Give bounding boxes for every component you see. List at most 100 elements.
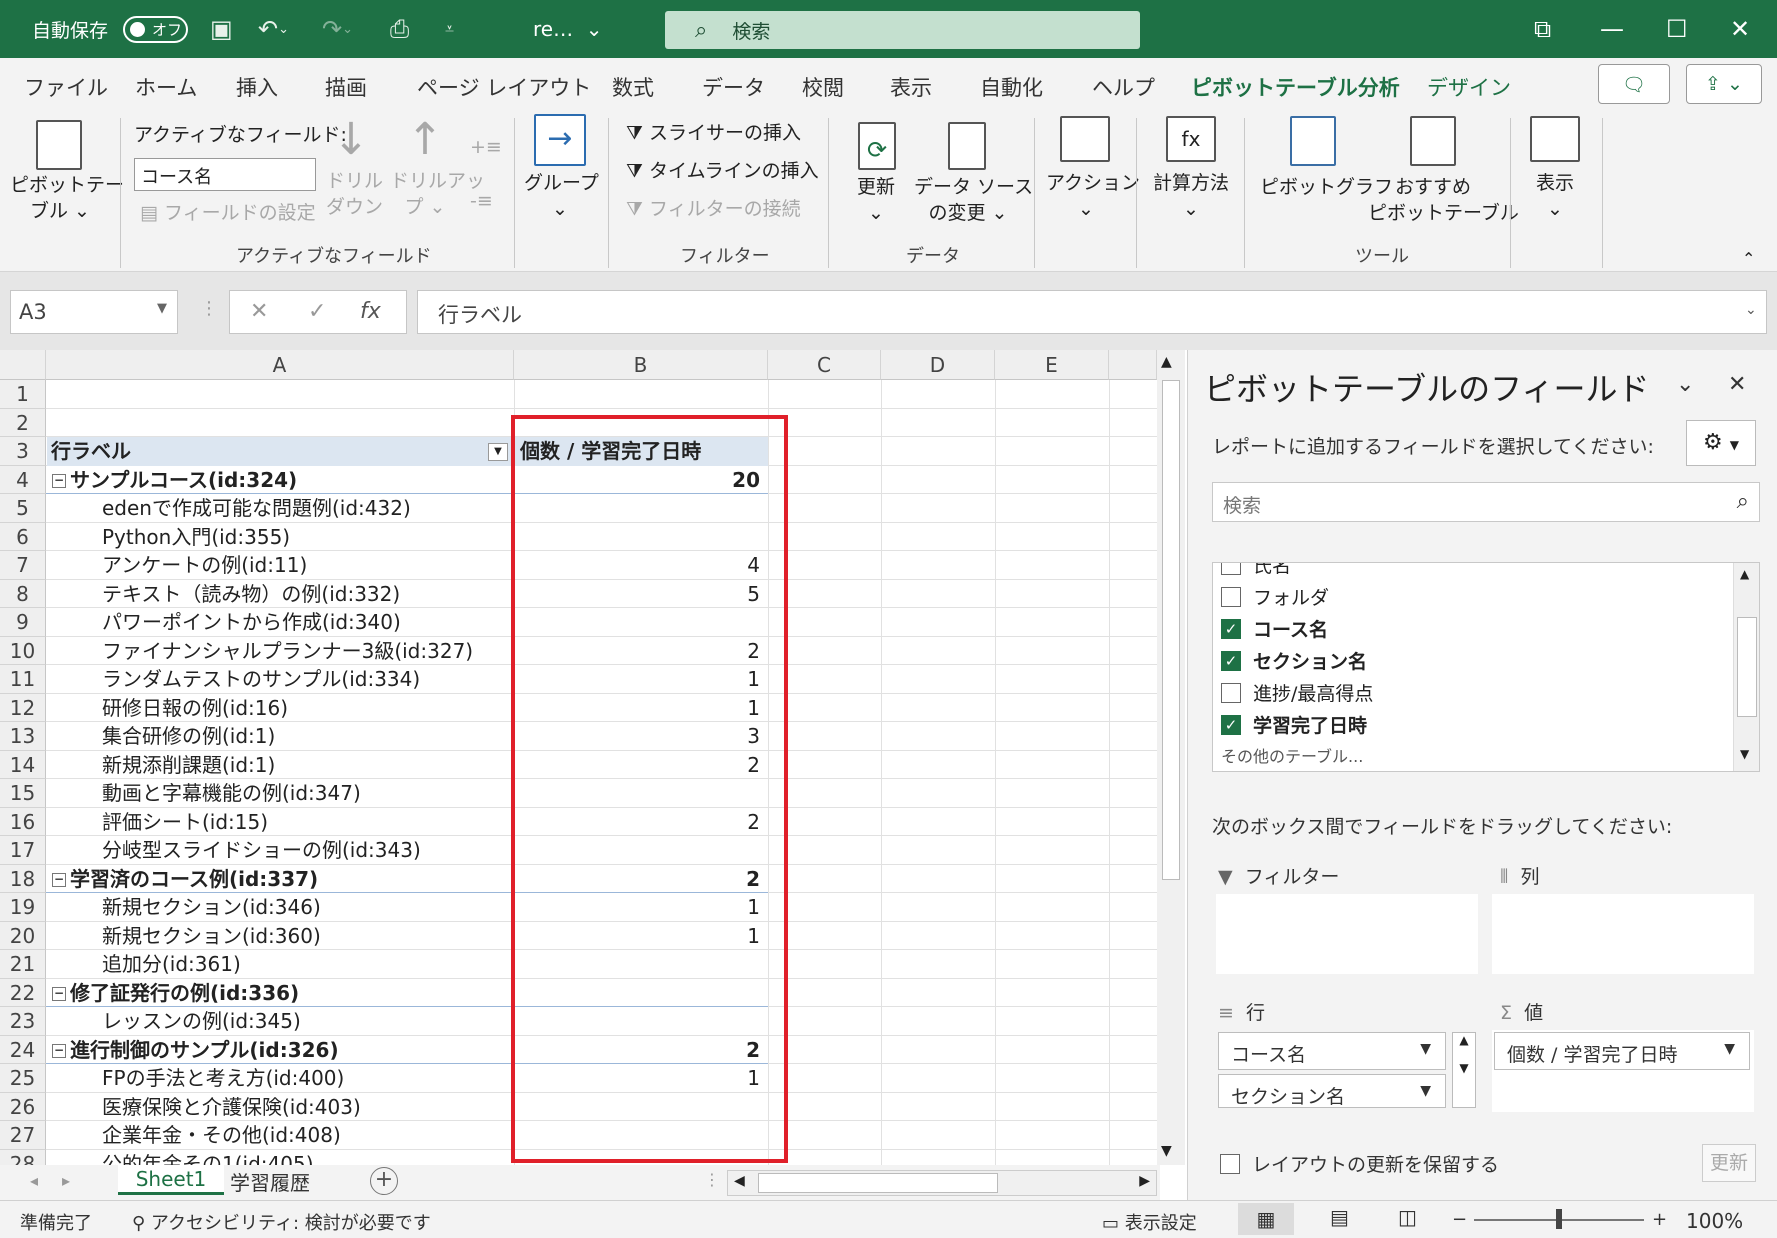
scroll-down-icon[interactable]: ▼	[1161, 1143, 1172, 1159]
minimize-button[interactable]: —	[1600, 0, 1624, 58]
change-data-source-button[interactable]: データ ソース の変更 ⌄	[914, 174, 1033, 226]
pivot-item-row[interactable]	[48, 380, 512, 409]
tab-insert[interactable]: 挿入	[236, 72, 278, 102]
row-header[interactable]: 9	[0, 608, 46, 637]
pane-close-icon[interactable]: ✕	[1728, 372, 1746, 397]
scroll-thumb[interactable]	[1162, 380, 1180, 880]
vertical-scrollbar[interactable]: ▲ ▼	[1157, 350, 1185, 1165]
recommended-pivottables-icon[interactable]	[1410, 116, 1456, 166]
restore-ribbon-icon[interactable]: ⧉	[1534, 0, 1551, 58]
horizontal-scrollbar[interactable]: ◀ ▶	[727, 1170, 1157, 1196]
pivot-group-row[interactable]: − サンプルコース(id:324)	[48, 466, 512, 495]
count-cell[interactable]: 1	[514, 665, 768, 694]
defer-update-checkbox[interactable]: レイアウトの更新を保留する	[1220, 1150, 1499, 1177]
scroll-left-icon[interactable]: ◀	[734, 1173, 745, 1189]
field-item[interactable]: ✓ セクション名	[1221, 647, 1367, 674]
row-header[interactable]: 23	[0, 1007, 46, 1036]
calculations-icon[interactable]: fx	[1166, 116, 1216, 162]
column-header-e[interactable]: E	[995, 350, 1109, 380]
count-cell[interactable]	[514, 1007, 768, 1036]
checkbox[interactable]: ✓	[1221, 650, 1241, 671]
sheet-tab-history[interactable]: 学習履歴	[230, 1167, 310, 1196]
row-header[interactable]: 22	[0, 978, 46, 1007]
count-cell[interactable]	[514, 979, 768, 1008]
pivot-item-row[interactable]: ランダムテストのサンプル(id:334)	[48, 665, 512, 694]
pivot-item-row[interactable]: edenで作成可能な問題例(id:432)	[48, 494, 512, 523]
count-cell[interactable]: 20	[514, 466, 768, 495]
row-header[interactable]: 10	[0, 636, 46, 665]
pane-collapse-icon[interactable]: ⌄	[1676, 372, 1694, 397]
comments-button[interactable]: 🗨	[1598, 64, 1670, 104]
pivot-item-row[interactable]: ファイナンシャルプランナー3級(id:327)	[48, 637, 512, 666]
tab-page-layout[interactable]: ページ レイアウト	[417, 72, 591, 102]
filters-drop-zone[interactable]	[1216, 894, 1478, 974]
field-settings-button[interactable]: ▤ フィールドの設定	[140, 200, 316, 226]
collapse-icon[interactable]: −	[52, 873, 66, 887]
hscroll-thumb[interactable]	[758, 1173, 998, 1193]
row-header[interactable]: 16	[0, 807, 46, 836]
pivot-item-row[interactable]: テキスト（読み物）の例(id:332)	[48, 580, 512, 609]
row-header[interactable]: 4	[0, 465, 46, 494]
collapse-icon[interactable]: −	[52, 987, 66, 1001]
pivot-item-row[interactable]: 医療保険と介護保険(id:403)	[48, 1093, 512, 1122]
row-header[interactable]: 2	[0, 408, 46, 437]
tab-help[interactable]: ヘルプ	[1092, 72, 1155, 102]
pivot-item-row[interactable]: アンケートの例(id:11)	[48, 551, 512, 580]
scroll-down-icon[interactable]: ▼	[1740, 747, 1749, 761]
value-field-count[interactable]: 個数 / 学習完了日時 ▼	[1494, 1032, 1750, 1070]
row-header[interactable]: 14	[0, 750, 46, 779]
filter-connections-button[interactable]: ⧩ フィルターの接続	[626, 196, 801, 222]
pivot-item-row[interactable]: Python入門(id:355)	[48, 523, 512, 552]
count-cell[interactable]: 2	[514, 808, 768, 837]
scroll-up-icon[interactable]: ▲	[1740, 567, 1749, 581]
tab-automate[interactable]: 自動化	[980, 72, 1043, 102]
insert-slicer-button[interactable]: ⧩ スライサーの挿入	[626, 120, 801, 146]
pivot-item-row[interactable]: パワーポイントから作成(id:340)	[48, 608, 512, 637]
print-preview-icon[interactable]: ⎙	[390, 0, 409, 58]
count-cell[interactable]: 1	[514, 922, 768, 951]
tab-review[interactable]: 校閲	[802, 72, 844, 102]
checkbox[interactable]: ✓	[1221, 714, 1241, 735]
zoom-in-icon[interactable]: +	[1652, 1209, 1667, 1230]
row-header[interactable]: 7	[0, 551, 46, 580]
count-cell[interactable]	[514, 950, 768, 979]
count-cell[interactable]: 3	[514, 722, 768, 751]
insert-function-icon[interactable]: fx	[360, 299, 381, 324]
column-header-a[interactable]: A	[46, 350, 514, 380]
expand-field-icon[interactable]: +≡	[470, 134, 502, 160]
column-header-c[interactable]: C	[768, 350, 881, 380]
expand-formula-icon[interactable]: ⌄	[1745, 302, 1757, 318]
tab-pivottable-analyze[interactable]: ピボットテーブル分析	[1191, 72, 1400, 114]
select-all-corner[interactable]	[0, 350, 46, 380]
pivot-item-row[interactable]: 企業年金・その他(id:408)	[48, 1121, 512, 1150]
field-item[interactable]: 氏名	[1221, 563, 1291, 578]
row-field-section[interactable]: セクション名 ▼	[1218, 1074, 1446, 1108]
refresh-button[interactable]: 更新 ⌄	[846, 174, 906, 226]
pivotchart-button[interactable]: ピボットグラフ	[1260, 174, 1393, 200]
pivot-item-row[interactable]: 新規セクション(id:360)	[48, 922, 512, 951]
show-icon[interactable]	[1530, 116, 1580, 162]
update-button[interactable]: 更新	[1702, 1144, 1756, 1182]
undo-icon[interactable]: ↶ ⌄	[258, 0, 289, 58]
row-header[interactable]: 13	[0, 722, 46, 751]
pivot-item-row[interactable]: 評価シート(id:15)	[48, 808, 512, 837]
count-cell[interactable]	[514, 608, 768, 637]
actions-icon[interactable]	[1060, 116, 1110, 162]
count-cell[interactable]	[514, 494, 768, 523]
row-header[interactable]: 5	[0, 494, 46, 523]
count-cell[interactable]: 1	[514, 1064, 768, 1093]
tab-view[interactable]: 表示	[890, 72, 932, 102]
autosave-toggle[interactable]: オフ	[123, 16, 188, 43]
row-header[interactable]: 25	[0, 1064, 46, 1093]
page-break-view-icon[interactable]: ◫	[1398, 1205, 1417, 1229]
active-field-input[interactable]: コース名	[134, 158, 316, 191]
tab-design[interactable]: デザイン	[1427, 72, 1511, 102]
count-cell[interactable]: 5	[514, 580, 768, 609]
row-header[interactable]: 21	[0, 950, 46, 979]
pivottable-button[interactable]: ピボットテー ブル ⌄	[10, 172, 124, 224]
display-settings[interactable]: ▭ 表示設定	[1102, 1209, 1197, 1235]
field-item[interactable]: ✓ コース名	[1221, 615, 1328, 642]
row-header[interactable]: 26	[0, 1092, 46, 1121]
worksheet-grid[interactable]: A B C D E 1 2 3 行ラベル ▼ 個数 / 学習完了日時 4− サンプルコース(i…	[0, 350, 1160, 1178]
column-header-b[interactable]: B	[514, 350, 768, 380]
